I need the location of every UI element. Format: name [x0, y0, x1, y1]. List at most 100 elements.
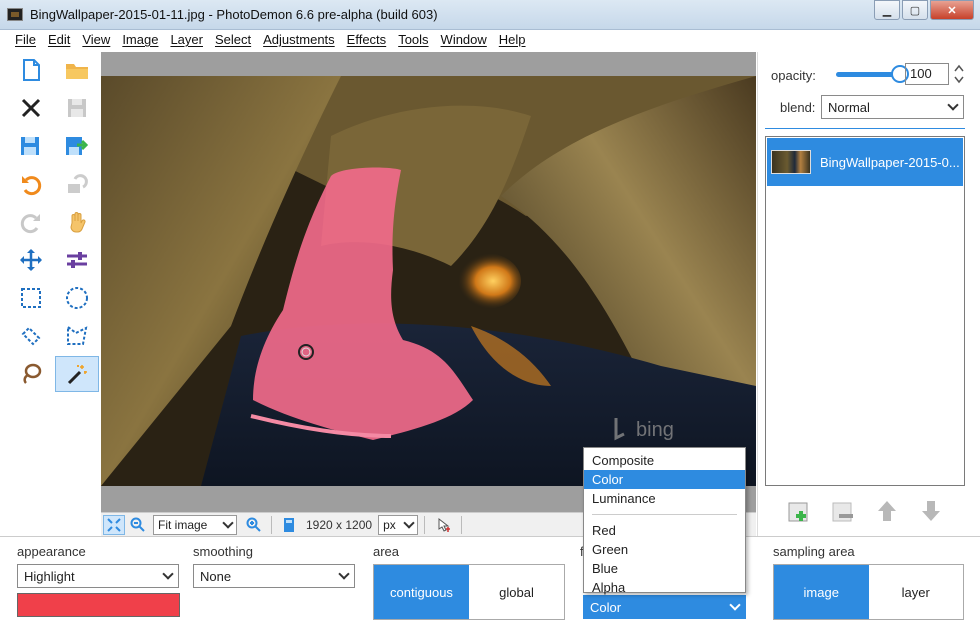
- menu-view[interactable]: View: [76, 31, 116, 51]
- chevron-down-icon: [162, 568, 174, 580]
- area-contiguous-button[interactable]: contiguous: [374, 565, 469, 619]
- menu-window[interactable]: Window: [435, 31, 493, 51]
- unit-value: px: [383, 517, 396, 532]
- popup-item-composite[interactable]: Composite: [584, 451, 745, 470]
- sampling-area-label: sampling area: [773, 544, 855, 559]
- save-as-icon[interactable]: [9, 128, 53, 164]
- move-layer-up-icon[interactable]: [875, 499, 899, 523]
- smoothing-dropdown[interactable]: None: [193, 564, 355, 588]
- zoom-dropdown[interactable]: Fit image: [153, 514, 237, 535]
- history-icon[interactable]: [55, 166, 99, 202]
- popup-item-alpha[interactable]: Alpha: [584, 578, 745, 597]
- area-global-button[interactable]: global: [469, 565, 564, 619]
- sampling-image-button[interactable]: image: [774, 565, 869, 619]
- bing-watermark: bing: [636, 419, 674, 441]
- move-icon[interactable]: [9, 242, 53, 278]
- cursor-position-icon: [433, 515, 455, 535]
- opacity-label: opacity:: [771, 68, 816, 83]
- layers-list[interactable]: BingWallpaper-2015-0...: [765, 136, 965, 486]
- smoothing-label: smoothing: [193, 544, 253, 559]
- image-size-text: 1920 x 1200: [306, 517, 373, 532]
- compare-popup-list[interactable]: Composite Color Luminance Red Green Blue…: [583, 447, 746, 595]
- appearance-label: appearance: [17, 544, 86, 559]
- popup-item-color[interactable]: Color: [584, 470, 745, 489]
- menu-image[interactable]: Image: [116, 31, 164, 51]
- layer-item[interactable]: BingWallpaper-2015-0...: [767, 138, 963, 186]
- open-folder-icon[interactable]: [55, 52, 99, 88]
- menu-select[interactable]: Select: [209, 31, 257, 51]
- highlight-color-swatch[interactable]: [17, 593, 180, 617]
- zoom-value: Fit image: [158, 517, 208, 532]
- chevron-down-icon: [338, 568, 350, 580]
- close-window-button[interactable]: ✕: [930, 0, 974, 20]
- opacity-spinner[interactable]: [953, 63, 965, 85]
- save-icon[interactable]: [55, 90, 99, 126]
- blend-dropdown[interactable]: Normal: [821, 95, 964, 119]
- toolbox: [6, 52, 102, 534]
- menu-adjustments[interactable]: Adjustments: [257, 31, 341, 51]
- lasso-select-icon[interactable]: [9, 356, 53, 392]
- redo-icon[interactable]: [9, 204, 53, 240]
- compare-dropdown[interactable]: Color: [583, 595, 746, 619]
- app-icon: [7, 8, 23, 21]
- menu-bar: File Edit View Image Layer Select Adjust…: [0, 31, 980, 51]
- sampling-area-toggle: image layer: [773, 564, 964, 620]
- zoom-in-icon[interactable]: [243, 515, 265, 535]
- polygon-select-icon[interactable]: [55, 318, 99, 354]
- export-icon[interactable]: [55, 128, 99, 164]
- adjust-sliders-icon[interactable]: [55, 242, 99, 278]
- magic-wand-icon[interactable]: [55, 356, 99, 392]
- menu-help[interactable]: Help: [493, 31, 532, 51]
- add-layer-icon[interactable]: [787, 499, 811, 523]
- area-label: area: [373, 544, 400, 559]
- maximize-button[interactable]: ▢: [902, 0, 928, 20]
- popup-item-blue[interactable]: Blue: [584, 559, 745, 578]
- menu-file[interactable]: File: [9, 31, 42, 51]
- undo-icon[interactable]: [9, 166, 53, 202]
- menu-tools[interactable]: Tools: [392, 31, 434, 51]
- minimize-button[interactable]: ▁: [874, 0, 900, 20]
- canvas-area[interactable]: bing: [101, 52, 756, 512]
- unit-dropdown[interactable]: px: [378, 514, 419, 535]
- close-image-icon[interactable]: [9, 90, 53, 126]
- layer-name: BingWallpaper-2015-0...: [820, 154, 960, 170]
- layers-panel: opacity: 100 blend: Normal BingWallpaper…: [757, 52, 980, 536]
- canvas-image[interactable]: bing: [101, 76, 756, 486]
- sampling-layer-button[interactable]: layer: [869, 565, 964, 619]
- new-file-icon[interactable]: [9, 52, 53, 88]
- layer-thumbnail: [771, 150, 811, 174]
- delete-layer-icon[interactable]: [831, 499, 855, 523]
- popup-item-luminance[interactable]: Luminance: [584, 489, 745, 508]
- chevron-down-icon: [222, 516, 234, 529]
- window-title: BingWallpaper-2015-01-11.jpg - PhotoDemo…: [30, 7, 438, 22]
- chevron-down-icon: [947, 99, 959, 111]
- title-bar: BingWallpaper-2015-01-11.jpg - PhotoDemo…: [0, 0, 980, 30]
- compare-value: Color: [590, 599, 622, 615]
- move-layer-down-icon[interactable]: [919, 499, 943, 523]
- area-toggle: contiguous global: [373, 564, 565, 620]
- popup-separator: [592, 514, 737, 515]
- menu-edit[interactable]: Edit: [42, 31, 76, 51]
- chevron-down-icon: [403, 516, 415, 529]
- chevron-down-icon: [729, 599, 741, 611]
- appearance-dropdown[interactable]: Highlight: [17, 564, 179, 588]
- popup-item-red[interactable]: Red: [584, 521, 745, 540]
- appearance-value: Highlight: [24, 568, 75, 584]
- opacity-input[interactable]: 100: [905, 63, 949, 85]
- line-select-icon[interactable]: [9, 318, 53, 354]
- divider: [765, 128, 965, 129]
- rect-select-icon[interactable]: [9, 280, 53, 316]
- zoom-out-icon[interactable]: [127, 515, 149, 535]
- blend-label: blend:: [780, 100, 816, 115]
- divider: [424, 515, 426, 534]
- divider: [271, 515, 272, 534]
- blend-value: Normal: [828, 99, 870, 115]
- divider: [461, 515, 463, 534]
- menu-effects[interactable]: Effects: [341, 31, 393, 51]
- ellipse-select-icon[interactable]: [55, 280, 99, 316]
- menu-layer[interactable]: Layer: [164, 31, 209, 51]
- smoothing-value: None: [200, 568, 232, 584]
- popup-item-green[interactable]: Green: [584, 540, 745, 559]
- hand-icon[interactable]: [55, 204, 99, 240]
- fit-screen-icon[interactable]: [103, 514, 125, 535]
